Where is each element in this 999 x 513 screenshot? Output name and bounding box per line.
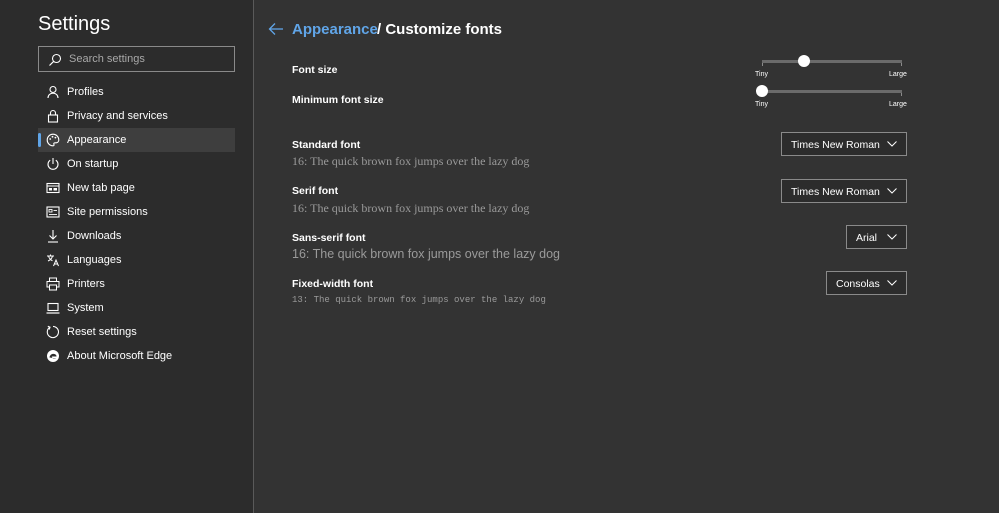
font-size-label: Font size <box>292 64 338 76</box>
languages-icon <box>47 254 59 267</box>
sidebar-item-label: Reset settings <box>67 326 137 338</box>
font-size-slider-thumb[interactable] <box>798 55 810 67</box>
min-font-size-min-label: Tiny <box>755 101 768 108</box>
back-arrow-icon[interactable] <box>268 22 284 36</box>
sidebar-item-label: On startup <box>67 158 119 170</box>
sidebar-item-label: Privacy and services <box>67 110 168 122</box>
slider-tick <box>901 93 902 96</box>
serif-font-label: Serif font <box>292 185 339 197</box>
sidebar-item-label: Languages <box>67 254 122 266</box>
site-permissions-icon <box>46 206 60 218</box>
serif-font-dropdown[interactable]: Times New Roman <box>781 179 907 203</box>
fixed-width-font-label: Fixed-width font <box>292 278 374 290</box>
font-size-max-label: Large <box>889 71 907 78</box>
fixed-width-font-dropdown[interactable]: Consolas <box>826 271 907 295</box>
min-font-size-slider-thumb[interactable] <box>756 85 768 97</box>
sidebar-item-appearance[interactable]: Appearance <box>38 128 235 152</box>
sans-serif-font-dropdown[interactable]: Arial <box>846 225 907 249</box>
chevron-down-icon <box>887 234 897 240</box>
dropdown-value: Arial <box>856 232 878 244</box>
chevron-down-icon <box>887 188 897 194</box>
reset-icon <box>46 325 59 339</box>
sidebar-item-new-tab-page[interactable]: New tab page <box>38 176 235 200</box>
sidebar-item-system[interactable]: System <box>38 296 235 320</box>
standard-font-dropdown[interactable]: Times New Roman <box>781 132 907 156</box>
sidebar-item-downloads[interactable]: Downloads <box>38 224 235 248</box>
min-font-size-label: Minimum font size <box>292 94 384 106</box>
page-title: / Customize fonts <box>377 21 503 38</box>
laptop-icon <box>46 302 60 314</box>
printer-icon <box>46 277 60 291</box>
sidebar-item-profiles[interactable]: Profiles <box>38 80 235 104</box>
sidebar-item-on-startup[interactable]: On startup <box>38 152 235 176</box>
min-font-size-max-label: Large <box>889 101 907 108</box>
serif-font-sample: 16: The quick brown fox jumps over the l… <box>292 201 530 215</box>
sidebar-item-label: Profiles <box>67 86 104 98</box>
sidebar-item-about-edge[interactable]: About Microsoft Edge <box>38 344 235 368</box>
sans-serif-font-label: Sans-serif font <box>292 232 366 244</box>
new-tab-icon <box>46 182 60 194</box>
fixed-width-font-sample: 13: The quick brown fox jumps over the l… <box>292 295 546 305</box>
sans-serif-font-sample: 16: The quick brown fox jumps over the l… <box>292 247 560 261</box>
font-size-min-label: Tiny <box>755 71 768 78</box>
breadcrumb-appearance-link[interactable]: Appearance <box>292 21 378 38</box>
slider-tick <box>901 63 902 66</box>
search-icon <box>49 53 62 66</box>
standard-font-sample: 16: The quick brown fox jumps over the l… <box>292 154 530 168</box>
download-icon <box>48 230 58 243</box>
sidebar: Settings Profiles Privacy and services A… <box>0 0 254 513</box>
font-size-slider[interactable] <box>762 55 902 67</box>
dropdown-value: Times New Roman <box>791 186 880 198</box>
chevron-down-icon <box>887 141 897 147</box>
sidebar-item-printers[interactable]: Printers <box>38 272 235 296</box>
sidebar-item-label: Printers <box>67 278 105 290</box>
min-font-size-slider[interactable] <box>756 85 902 97</box>
palette-icon <box>46 133 60 147</box>
sidebar-title: Settings <box>38 13 111 35</box>
power-icon <box>47 158 59 170</box>
edge-icon <box>47 350 59 362</box>
search-box[interactable] <box>38 46 235 72</box>
person-icon <box>47 85 59 99</box>
chevron-down-icon <box>887 280 897 286</box>
sidebar-item-label: System <box>67 302 104 314</box>
sidebar-item-label: Site permissions <box>67 206 148 218</box>
slider-tick <box>762 63 763 66</box>
sidebar-item-site-permissions[interactable]: Site permissions <box>38 200 235 224</box>
sidebar-item-label: Appearance <box>67 134 127 146</box>
sidebar-item-reset-settings[interactable]: Reset settings <box>38 320 235 344</box>
dropdown-value: Times New Roman <box>791 139 880 151</box>
sidebar-item-label: About Microsoft Edge <box>67 350 173 362</box>
sidebar-item-languages[interactable]: Languages <box>38 248 235 272</box>
standard-font-label: Standard font <box>292 139 361 151</box>
dropdown-value: Consolas <box>836 278 880 290</box>
sidebar-item-label: New tab page <box>67 182 135 194</box>
sidebar-item-label: Downloads <box>67 230 122 242</box>
lock-icon <box>47 109 59 123</box>
sidebar-item-privacy[interactable]: Privacy and services <box>38 104 235 128</box>
search-input[interactable] <box>69 50 227 68</box>
